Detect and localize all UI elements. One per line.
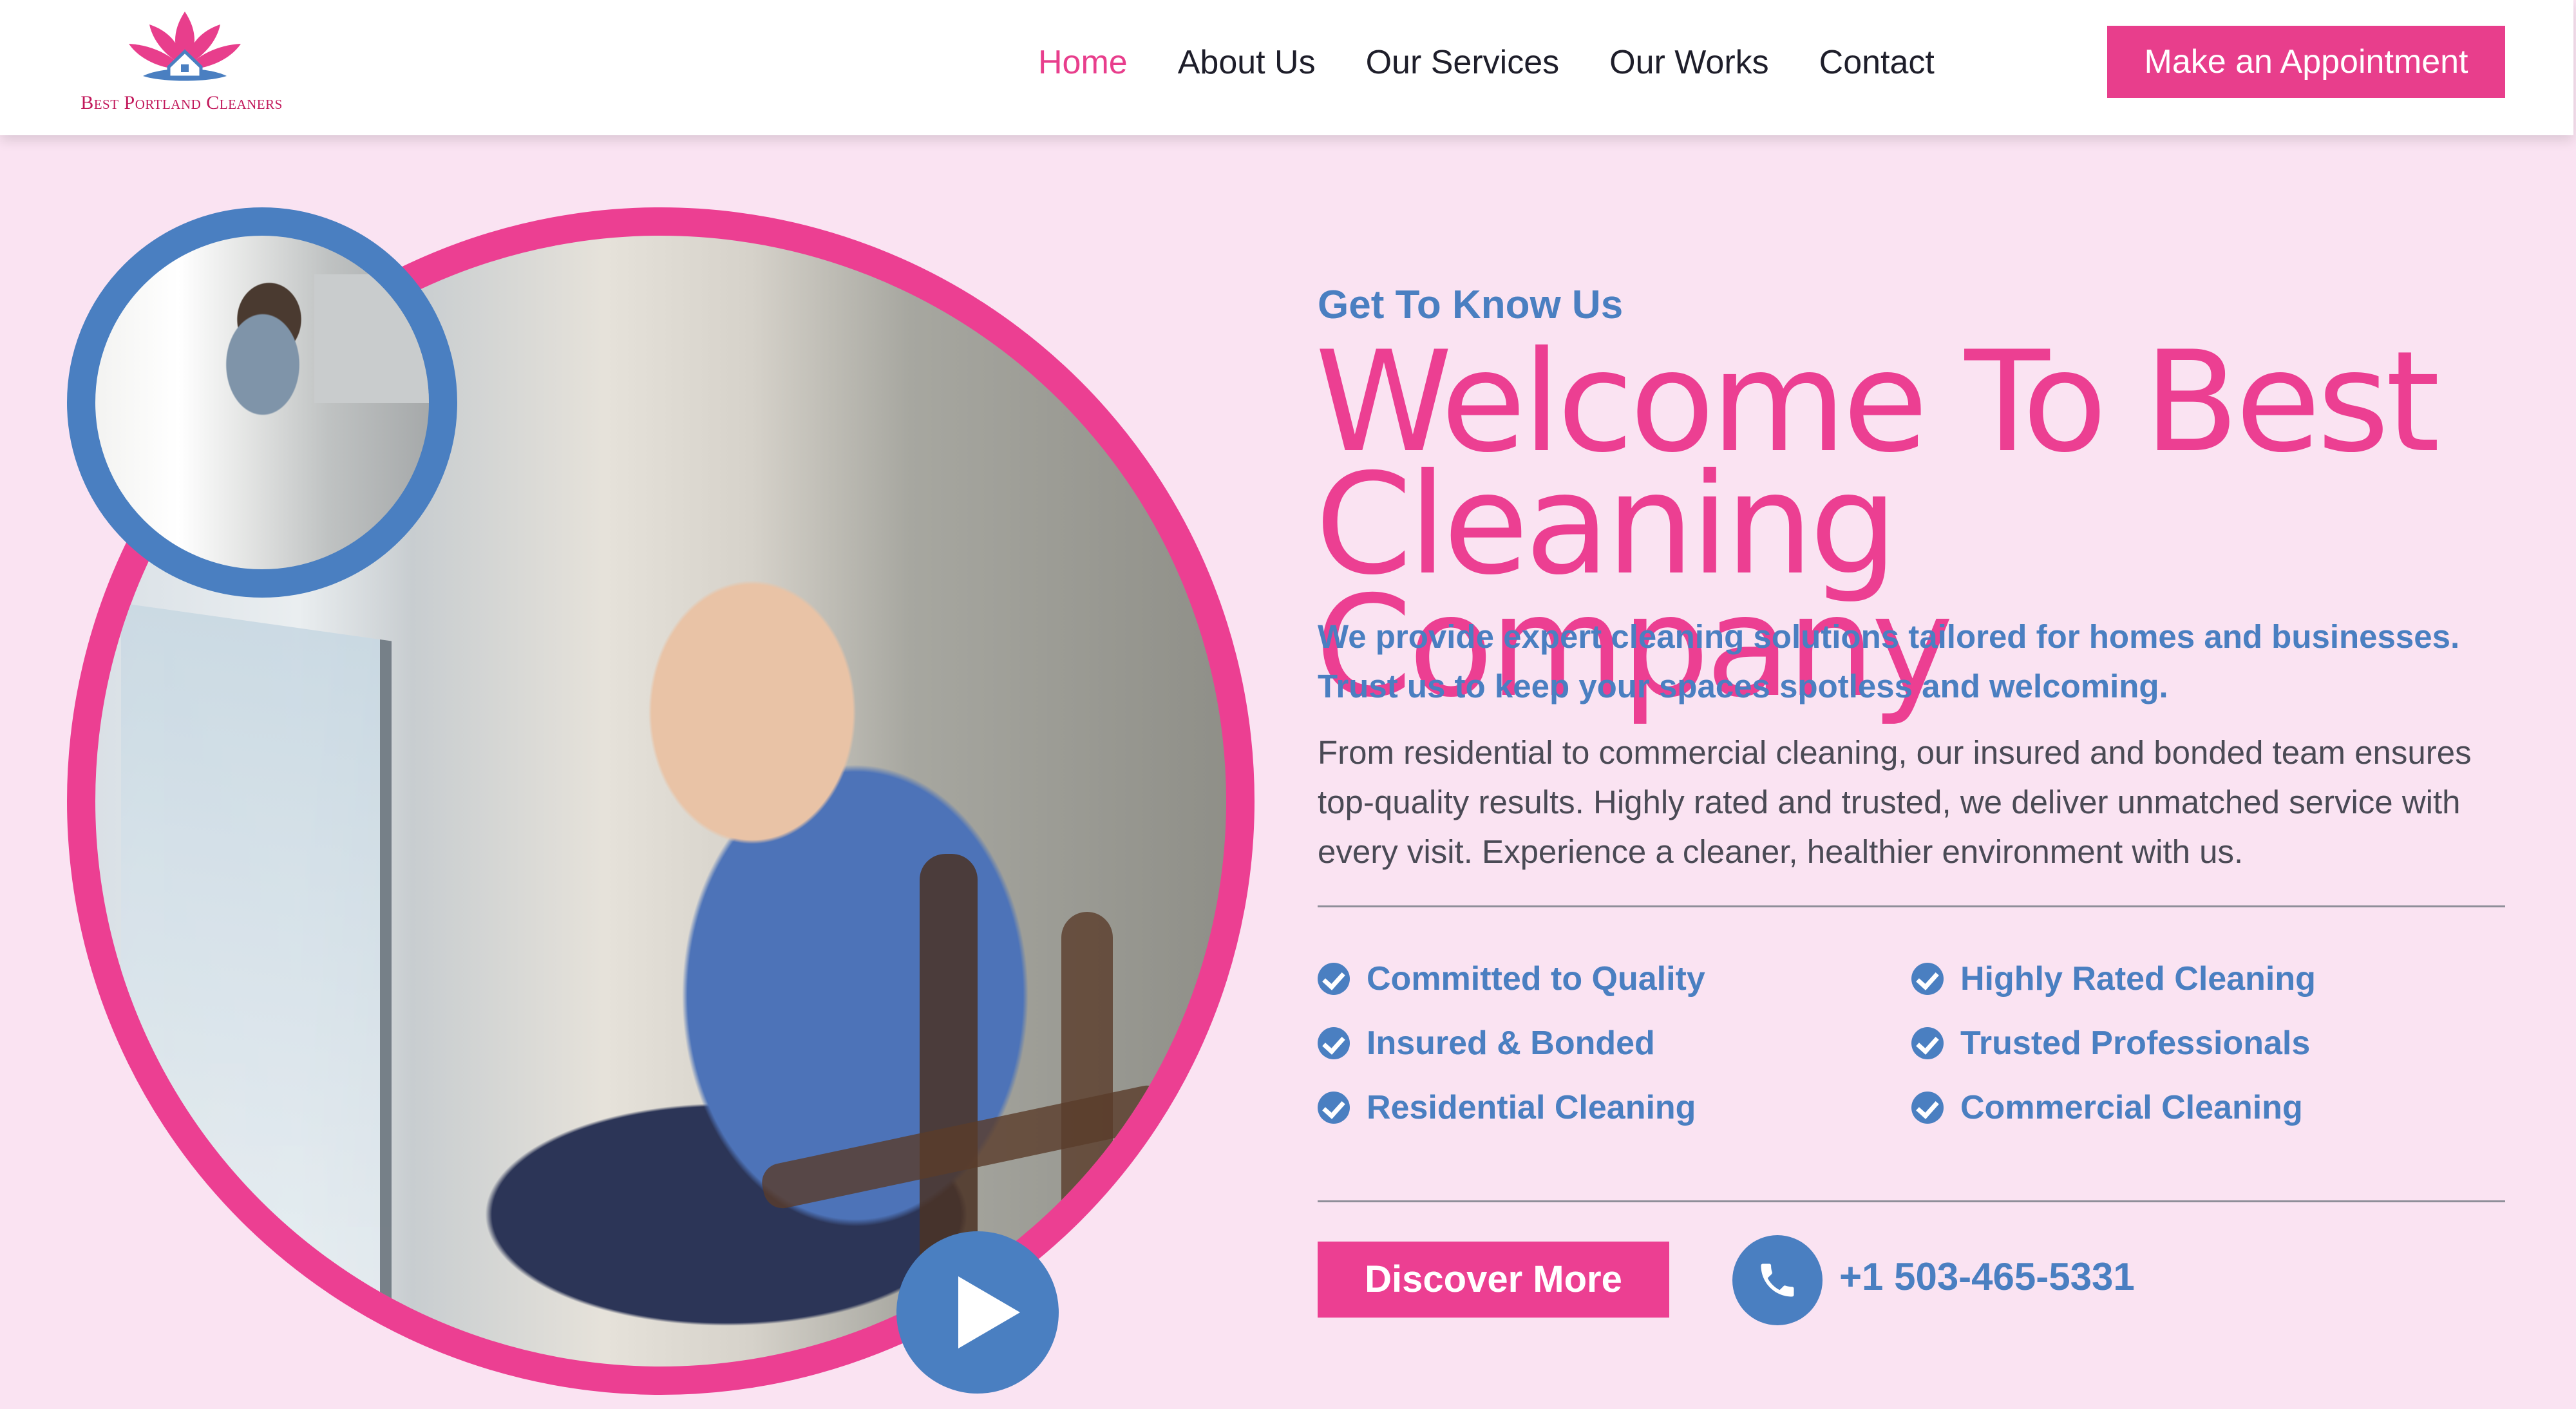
make-appointment-button[interactable]: Make an Appointment: [2107, 26, 2505, 98]
feature-label: Committed to Quality: [1367, 960, 1705, 998]
check-circle-icon: [1911, 1027, 1944, 1059]
nav-home[interactable]: Home: [1038, 40, 1128, 85]
logo-text: Best Portland Cleaners: [80, 92, 283, 113]
nav-about-us[interactable]: About Us: [1178, 40, 1316, 85]
inset-image-kitchen-cleaning: [67, 207, 457, 598]
feature-item: Trusted Professionals: [1911, 1024, 2310, 1063]
feature-item: Committed to Quality: [1318, 960, 1705, 998]
play-video-button[interactable]: [896, 1231, 1059, 1394]
check-circle-icon: [1911, 963, 1944, 995]
check-circle-icon: [1318, 1027, 1350, 1059]
logo[interactable]: Best Portland Cleaners: [66, 5, 298, 118]
phone-number-link[interactable]: +1 503-465-5331: [1839, 1254, 2135, 1299]
nav-our-works[interactable]: Our Works: [1609, 40, 1769, 85]
feature-label: Highly Rated Cleaning: [1960, 960, 2316, 998]
check-circle-icon: [1318, 1092, 1350, 1124]
feature-label: Commercial Cleaning: [1960, 1089, 2303, 1126]
divider: [1318, 1200, 2505, 1202]
feature-label: Residential Cleaning: [1367, 1089, 1696, 1126]
main-nav: Home About Us Our Services Our Works Con…: [1038, 40, 1985, 85]
window-pane: [121, 603, 392, 1350]
feature-item: Commercial Cleaning: [1911, 1088, 2303, 1127]
check-circle-icon: [1318, 963, 1350, 995]
chair-back: [1061, 912, 1113, 1366]
feature-label: Trusted Professionals: [1960, 1025, 2311, 1062]
check-circle-icon: [1911, 1092, 1944, 1124]
feature-label: Insured & Bonded: [1367, 1025, 1655, 1062]
divider: [1318, 905, 2505, 907]
feature-item: Highly Rated Cleaning: [1911, 960, 2316, 998]
feature-item: Insured & Bonded: [1318, 1024, 1655, 1063]
play-icon: [958, 1276, 1020, 1348]
body-text: From residential to commercial cleaning,…: [1318, 734, 2472, 870]
range-hood: [314, 274, 429, 403]
feature-item: Residential Cleaning: [1318, 1088, 1696, 1127]
nav-our-services[interactable]: Our Services: [1366, 40, 1560, 85]
lead-text: We provide expert cleaning solutions tai…: [1318, 618, 2460, 704]
nav-contact[interactable]: Contact: [1819, 40, 1935, 85]
site-header: Best Portland Cleaners Home About Us Our…: [0, 0, 2573, 135]
lotus-house-logo-icon: [129, 12, 241, 81]
discover-more-button[interactable]: Discover More: [1318, 1242, 1669, 1318]
phone-icon[interactable]: [1732, 1235, 1823, 1325]
